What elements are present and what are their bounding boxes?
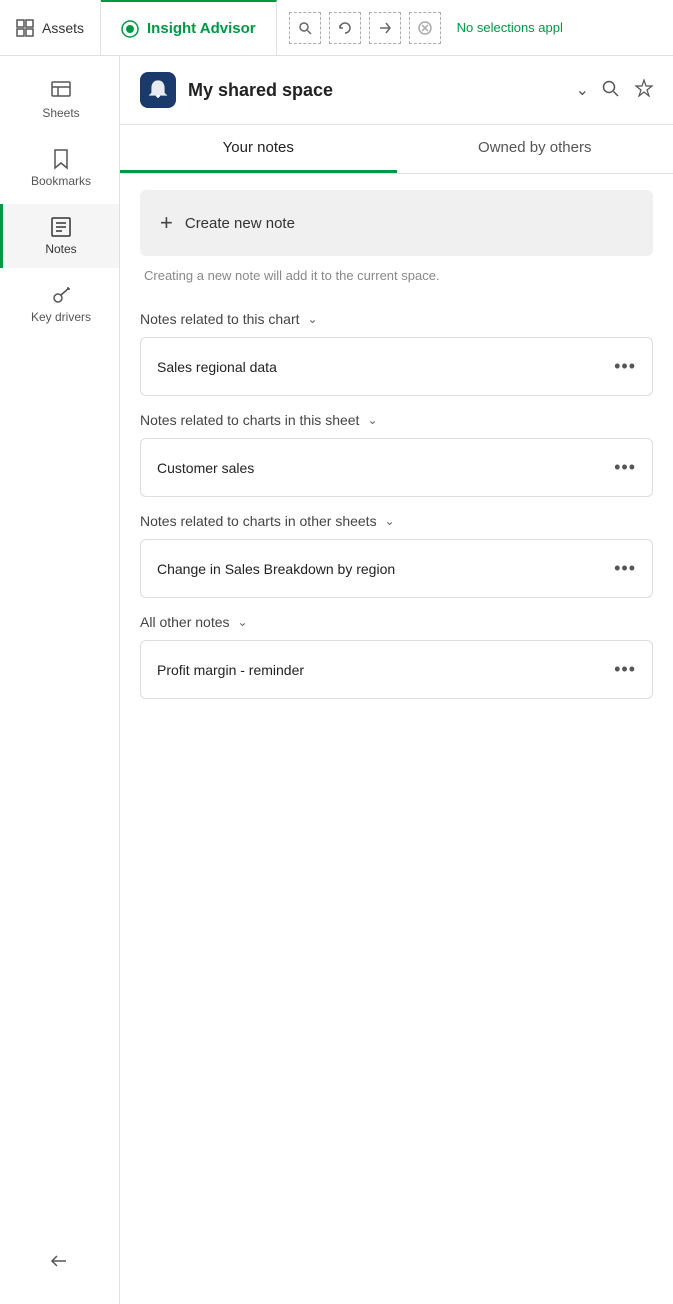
- chevron-down-icon: ⌄: [385, 514, 395, 528]
- create-note-hint: Creating a new note will add it to the c…: [140, 260, 653, 291]
- refresh-icon: [338, 21, 352, 35]
- share-action-btn[interactable]: [369, 12, 401, 44]
- create-note-label: Create new note: [185, 215, 295, 232]
- top-bar: Assets Insight Advisor: [0, 0, 673, 56]
- pin-space-btn[interactable]: [635, 79, 653, 102]
- search-space-icon: [601, 79, 619, 97]
- space-dropdown-btn[interactable]: ⌄: [576, 80, 589, 100]
- space-header: My shared space ⌄: [120, 56, 673, 125]
- clear-icon: [418, 21, 432, 35]
- create-note-button[interactable]: + Create new note: [140, 190, 653, 256]
- assets-label: Assets: [42, 20, 84, 36]
- plus-icon: +: [160, 210, 173, 236]
- search-space-btn[interactable]: [601, 79, 619, 102]
- note-item-sales-regional[interactable]: Sales regional data •••: [140, 337, 653, 396]
- note-menu-btn[interactable]: •••: [614, 457, 636, 478]
- note-item-customer-sales[interactable]: Customer sales •••: [140, 438, 653, 497]
- collapse-icon: [50, 1251, 70, 1271]
- sidebar-collapse[interactable]: [34, 1235, 86, 1292]
- note-item-profit-margin[interactable]: Profit margin - reminder •••: [140, 640, 653, 699]
- section-header-related-other-sheets[interactable]: Notes related to charts in other sheets …: [140, 513, 653, 529]
- space-icon: [140, 72, 176, 108]
- section-label-related-chart: Notes related to this chart: [140, 311, 300, 327]
- note-title: Profit margin - reminder: [157, 662, 304, 678]
- note-title: Customer sales: [157, 460, 254, 476]
- chevron-down-icon: ⌄: [308, 312, 318, 326]
- key-drivers-icon: [50, 284, 72, 306]
- notes-content: + Create new note Creating a new note wi…: [120, 174, 673, 1304]
- space-bell-icon: [147, 79, 169, 101]
- section-label-all-other: All other notes: [140, 614, 230, 630]
- no-selections-status: No selections appl: [449, 20, 571, 35]
- sidebar-item-notes[interactable]: Notes: [0, 204, 119, 268]
- bookmarks-label: Bookmarks: [31, 174, 91, 188]
- sheets-label: Sheets: [42, 106, 79, 120]
- share-icon: [378, 21, 392, 35]
- space-actions: [601, 79, 653, 102]
- content-area: My shared space ⌄ Your notes: [120, 56, 673, 1304]
- sidebar-items: Sheets Bookmarks Notes: [0, 68, 119, 336]
- notes-icon: [50, 216, 72, 238]
- notes-label: Notes: [45, 242, 76, 256]
- sheets-icon: [50, 80, 72, 102]
- refresh-action-btn[interactable]: [329, 12, 361, 44]
- sidebar-item-key-drivers[interactable]: Key drivers: [0, 272, 119, 336]
- section-header-all-other[interactable]: All other notes ⌄: [140, 614, 653, 630]
- notes-tabs: Your notes Owned by others: [120, 125, 673, 174]
- tab-your-notes[interactable]: Your notes: [120, 125, 397, 173]
- insight-icon: [121, 20, 139, 38]
- search-action-btn[interactable]: [289, 12, 321, 44]
- section-header-related-chart[interactable]: Notes related to this chart ⌄: [140, 311, 653, 327]
- section-label-related-other-sheets: Notes related to charts in other sheets: [140, 513, 377, 529]
- section-header-related-sheet[interactable]: Notes related to charts in this sheet ⌄: [140, 412, 653, 428]
- note-menu-btn[interactable]: •••: [614, 356, 636, 377]
- space-name: My shared space: [188, 80, 564, 101]
- insight-advisor-label: Insight Advisor: [147, 20, 256, 37]
- assets-tab[interactable]: Assets: [0, 0, 101, 55]
- bookmarks-icon: [50, 148, 72, 170]
- clear-action-btn[interactable]: [409, 12, 441, 44]
- sidebar-item-sheets[interactable]: Sheets: [0, 68, 119, 132]
- chevron-down-icon: ⌄: [367, 413, 377, 427]
- note-menu-btn[interactable]: •••: [614, 558, 636, 579]
- tab-owned-by-others[interactable]: Owned by others: [397, 125, 673, 173]
- note-title: Sales regional data: [157, 359, 277, 375]
- assets-icon: [16, 19, 34, 37]
- sidebar-item-bookmarks[interactable]: Bookmarks: [0, 136, 119, 200]
- toolbar-actions: No selections appl: [277, 12, 673, 44]
- pin-icon: [635, 79, 653, 97]
- section-label-related-sheet: Notes related to charts in this sheet: [140, 412, 359, 428]
- insight-advisor-tab[interactable]: Insight Advisor: [101, 0, 277, 55]
- note-title: Change in Sales Breakdown by region: [157, 561, 395, 577]
- chevron-down-icon: ⌄: [238, 615, 248, 629]
- search-toolbar-icon: [298, 21, 312, 35]
- main-layout: Sheets Bookmarks Notes: [0, 56, 673, 1304]
- note-item-sales-breakdown[interactable]: Change in Sales Breakdown by region •••: [140, 539, 653, 598]
- sidebar: Sheets Bookmarks Notes: [0, 56, 120, 1304]
- note-menu-btn[interactable]: •••: [614, 659, 636, 680]
- key-drivers-label: Key drivers: [31, 310, 91, 324]
